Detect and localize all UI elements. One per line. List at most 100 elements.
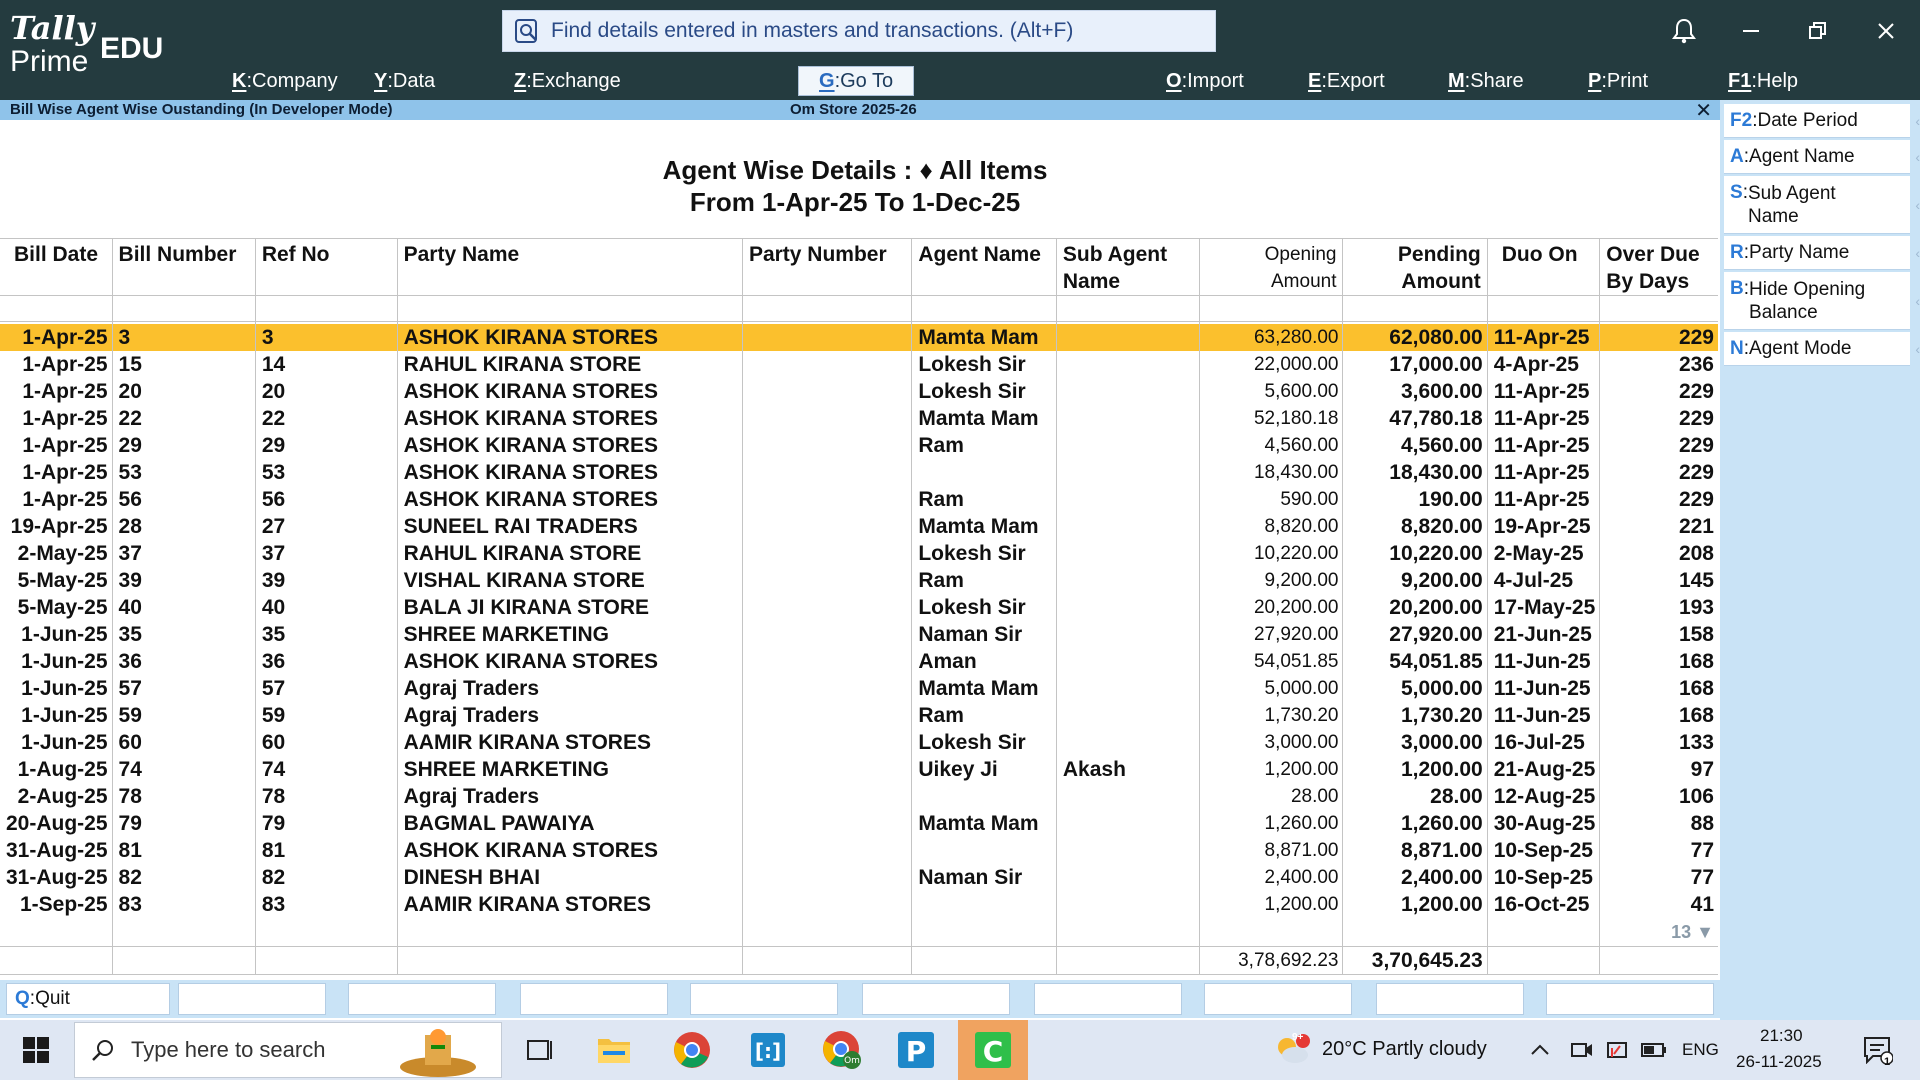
- close-window-icon[interactable]: [1866, 14, 1906, 48]
- cell-overdue-days: 229: [1599, 377, 1718, 405]
- empty-button-slot: [520, 983, 668, 1015]
- table-row[interactable]: 31-Aug-25 81 81 ASHOK KIRANA STORES 8,871.00…: [0, 836, 1718, 864]
- weather-text[interactable]: 20°C Partly cloudy: [1322, 1038, 1487, 1061]
- table-row[interactable]: 5-May-25 39 39 VISHAL KIRANA STORE Ram 9,200.…: [0, 566, 1718, 594]
- menu-company[interactable]: K: Company: [232, 66, 338, 96]
- menu-goto[interactable]: G: Go To: [798, 66, 915, 96]
- weather-icon[interactable]: 9+: [1272, 1026, 1312, 1074]
- notifications-bell-icon[interactable]: [1664, 14, 1704, 48]
- menu-share[interactable]: M: Share: [1448, 66, 1524, 96]
- menu-data[interactable]: Y: Data: [374, 66, 435, 96]
- clock-date[interactable]: 26-11-2025: [1736, 1052, 1822, 1072]
- table-row[interactable]: 1-Jun-25 59 59 Agraj Traders Ram 1,730.20 1,73…: [0, 701, 1718, 729]
- edition-label: EDU: [100, 32, 164, 65]
- col-overdue-days[interactable]: Over Due By Days: [1599, 238, 1718, 296]
- table-row[interactable]: 5-May-25 40 40 BALA JI KIRANA STORE Lokesh S…: [0, 593, 1718, 621]
- table-row[interactable]: 2-Aug-25 78 78 Agraj Traders 28.00 28.00 12-Au…: [0, 782, 1718, 810]
- cell-due-on: 21-Aug-25: [1486, 755, 1600, 783]
- table-row[interactable]: 1-Apr-25 22 22 ASHOK KIRANA STORES Mamta Mam…: [0, 404, 1718, 432]
- col-sub-agent-name[interactable]: Sub Agent Name: [1055, 238, 1200, 296]
- notification-center-icon[interactable]: 1: [1858, 1026, 1898, 1074]
- table-row[interactable]: 20-Aug-25 79 79 BAGMAL PAWAIYA Mamta Mam 1,26…: [0, 809, 1718, 837]
- table-row[interactable]: 1-Jun-25 35 35 SHREE MARKETING Naman Sir 27,9…: [0, 620, 1718, 648]
- language-indicator[interactable]: ENG: [1682, 1040, 1719, 1060]
- table-row[interactable]: 31-Aug-25 82 82 DINESH BHAI Naman Sir 2,400.0…: [0, 863, 1718, 891]
- table-row[interactable]: 1-Apr-25 3 3 ASHOK KIRANA STORES Mamta Mam 63…: [0, 323, 1718, 351]
- table-row[interactable]: 2-May-25 37 37 RAHUL KIRANA STORE Lokesh Sir…: [0, 539, 1718, 567]
- cell-party-number: [741, 404, 912, 432]
- cell-due-on: 30-Aug-25: [1486, 809, 1600, 837]
- table-row[interactable]: 1-Apr-25 29 29 ASHOK KIRANA STORES Ram 4,560.…: [0, 431, 1718, 459]
- meet-now-icon[interactable]: [1566, 1026, 1598, 1074]
- table-row[interactable]: 1-Aug-25 74 74 SHREE MARKETING Uikey Ji Akash…: [0, 755, 1718, 783]
- battery-icon[interactable]: [1638, 1026, 1670, 1074]
- minimize-icon[interactable]: [1732, 14, 1772, 48]
- cell-bill-date: 20-Aug-25: [6, 811, 108, 835]
- table-row[interactable]: 1-Apr-25 56 56 ASHOK KIRANA STORES Ram 590.00…: [0, 485, 1718, 513]
- quit-button[interactable]: Q:Quit: [6, 983, 170, 1015]
- chrome-icon[interactable]: [668, 1026, 716, 1074]
- cell-sub-agent-name: [1055, 350, 1200, 378]
- task-view-icon[interactable]: [516, 1026, 564, 1074]
- button-key: Q: [15, 988, 30, 1009]
- taskbar-search-placeholder: Type here to search: [131, 1037, 326, 1062]
- more-rows-indicator[interactable]: 13 ▼: [1671, 922, 1714, 942]
- cell-party-name: ASHOK KIRANA STORES: [396, 647, 743, 675]
- total-pending-amount: 3,70,645.23: [1342, 945, 1488, 975]
- taskbar-search-input[interactable]: Type here to search: [74, 1022, 502, 1078]
- col-ref-no[interactable]: Ref No: [254, 238, 398, 296]
- cell-agent-name: Lokesh Sir: [911, 350, 1057, 378]
- button-label: Date Period: [1757, 110, 1858, 131]
- col-due-on[interactable]: Duo On: [1486, 238, 1600, 296]
- menu-exchange[interactable]: Z: Exchange: [514, 66, 621, 96]
- clock-time[interactable]: 21:30: [1760, 1026, 1803, 1046]
- cell-overdue-days: 193: [1599, 593, 1718, 621]
- cell-pending-amount: 4,560.00: [1342, 431, 1488, 459]
- menu-export[interactable]: E: Export: [1308, 66, 1385, 96]
- table-row[interactable]: 1-Apr-25 20 20 ASHOK KIRANA STORES Lokesh Si…: [0, 377, 1718, 405]
- windows-start-icon[interactable]: [12, 1026, 60, 1074]
- table-row[interactable]: 1-Jun-25 57 57 Agraj Traders Mamta Mam 5,000.…: [0, 674, 1718, 702]
- table-row[interactable]: 1-Sep-25 83 83 AAMIR KIRANA STORES 1,200.00 1…: [0, 890, 1718, 918]
- table-row[interactable]: 1-Jun-25 36 36 ASHOK KIRANA STORES Aman 54,05…: [0, 647, 1718, 675]
- menu-import[interactable]: O: Import: [1166, 66, 1244, 96]
- cell-ref-no: 74: [254, 755, 398, 783]
- agent-name-button[interactable]: A:Agent Name ‹: [1724, 140, 1920, 174]
- table-row[interactable]: 1-Apr-25 15 14 RAHUL KIRANA STORE Lokesh Sir…: [0, 350, 1718, 378]
- tallyprime-icon[interactable]: P: [892, 1026, 940, 1074]
- header-line: Over Due: [1606, 243, 1700, 266]
- menu-label: Share: [1470, 69, 1524, 92]
- col-opening-amount[interactable]: Opening Amount: [1198, 238, 1343, 296]
- date-period-button[interactable]: F2:Date Period ‹: [1724, 104, 1920, 138]
- tally-app-icon[interactable]: [:]: [744, 1026, 792, 1074]
- menu-help[interactable]: F1: Help: [1728, 66, 1798, 96]
- network-icon[interactable]: [1602, 1026, 1634, 1074]
- cell-opening-amount: 22,000.00: [1198, 350, 1343, 378]
- menu-print[interactable]: P: Print: [1588, 66, 1648, 96]
- restore-icon[interactable]: [1798, 14, 1838, 48]
- col-bill-number[interactable]: Bill Number: [111, 238, 256, 296]
- hide-opening-balance-button[interactable]: B:Hide Opening Balance ‹: [1724, 272, 1920, 330]
- col-bill-date[interactable]: Bill Date: [0, 238, 113, 296]
- chevron-up-icon[interactable]: [1522, 1026, 1558, 1074]
- chrome-profile-icon[interactable]: Om: [818, 1026, 866, 1074]
- active-app-icon[interactable]: C: [958, 1020, 1028, 1080]
- col-party-number[interactable]: Party Number: [741, 238, 912, 296]
- cell-sub-agent-name: [1055, 485, 1200, 513]
- global-search-input[interactable]: Find details entered in masters and tran…: [502, 10, 1216, 52]
- search-highlight-icon: [400, 1029, 476, 1077]
- cell-agent-name: Uikey Ji: [911, 755, 1057, 783]
- table-row[interactable]: 1-Jun-25 60 60 AAMIR KIRANA STORES Lokesh Si…: [0, 728, 1718, 756]
- file-explorer-icon[interactable]: [590, 1026, 638, 1074]
- cell-sub-agent-name: [1055, 404, 1200, 432]
- agent-mode-button[interactable]: N:Agent Mode ‹: [1724, 332, 1920, 366]
- party-name-button[interactable]: R:Party Name ‹: [1724, 236, 1920, 270]
- col-pending-amount[interactable]: Pending Amount: [1342, 238, 1488, 296]
- header-line: Amount: [1401, 270, 1481, 293]
- col-party-name[interactable]: Party Name: [396, 238, 743, 296]
- col-agent-name[interactable]: Agent Name: [911, 238, 1057, 296]
- cell-party-number: [741, 377, 912, 405]
- table-row[interactable]: 19-Apr-25 28 27 SUNEEL RAI TRADERS Mamta Mam…: [0, 512, 1718, 540]
- table-row[interactable]: 1-Apr-25 53 53 ASHOK KIRANA STORES 18,430.00…: [0, 458, 1718, 486]
- sub-agent-name-button[interactable]: S:Sub Agent Name ‹: [1724, 176, 1920, 234]
